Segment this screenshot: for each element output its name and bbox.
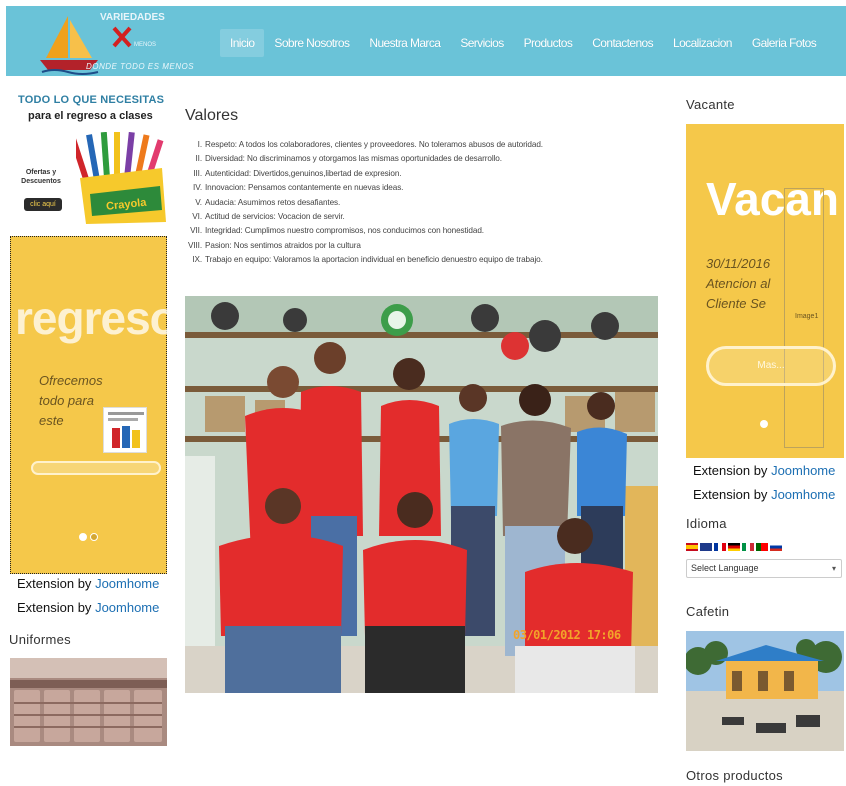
extension-label: Extension by bbox=[693, 487, 768, 502]
nav-sobre-nosotros[interactable]: Sobre Nosotros bbox=[264, 29, 359, 57]
list-item: II. Diversidad: No discriminamos y otorga… bbox=[186, 152, 646, 166]
uk-flag-icon[interactable] bbox=[700, 543, 712, 551]
vacante-title: Vacante bbox=[686, 97, 735, 112]
vacante-image-label: Image1 bbox=[795, 313, 819, 320]
list-item-text: Integridad: Cumplimos nuestro compromiso… bbox=[205, 226, 484, 236]
logo-brand-top: VARIEDADES bbox=[100, 12, 165, 23]
cafetin-title: Cafetin bbox=[686, 604, 730, 619]
list-item: III. Autenticidad: Divertidos,genuinos,li… bbox=[186, 167, 646, 181]
cafetin-photo[interactable] bbox=[686, 631, 844, 751]
promo-click-button[interactable]: clic aquí bbox=[24, 198, 62, 211]
language-flags bbox=[686, 543, 782, 551]
logo-brand-mid: MENOS bbox=[134, 42, 157, 48]
crayon-box-icon: Crayola bbox=[76, 132, 166, 224]
list-item: IX. Trabajo en equipo: Valoramos la aport… bbox=[186, 253, 646, 267]
joomhome-link[interactable]: Joomhome bbox=[95, 600, 159, 615]
extension-label: Extension by bbox=[693, 463, 768, 478]
left-slider-big-text: regreso bbox=[15, 292, 167, 344]
joomhome-link[interactable]: Joomhome bbox=[95, 576, 159, 591]
slider-dot[interactable] bbox=[79, 533, 87, 541]
vacante-slider[interactable]: Vacan 30/11/2016 Atencion al Cliente Se … bbox=[686, 124, 844, 458]
chevron-down-icon: ▾ bbox=[831, 564, 836, 573]
russia-flag-icon[interactable] bbox=[770, 543, 782, 551]
promo-ofertas-label: Ofertas y Descuentos bbox=[21, 169, 61, 185]
vacante-image-placeholder: Image1 bbox=[784, 188, 824, 448]
list-item-number: VI. bbox=[192, 212, 202, 222]
list-item-number: VII. bbox=[190, 226, 202, 236]
cafeteria-kiosk-image bbox=[686, 631, 844, 751]
list-item-text: Innovacion: Pensamos contantemente en nu… bbox=[205, 183, 404, 193]
site-header: VARIEDADES MENOS DONDE TODO ES MENOS Ini… bbox=[6, 6, 846, 76]
list-item-text: Diversidad: No discriminamos y otorgamos… bbox=[205, 154, 502, 164]
extension-label: Extension by bbox=[17, 576, 92, 591]
list-item-text: Pasion: Nos sentimos atraidos por la cul… bbox=[205, 240, 361, 250]
joomhome-link[interactable]: Joomhome bbox=[771, 463, 835, 478]
list-item-number: IV. bbox=[193, 183, 202, 193]
list-item-number: I. bbox=[197, 140, 202, 149]
list-item: IV. Innovacion: Pensamos contantemente en… bbox=[186, 181, 646, 195]
slider-dot[interactable] bbox=[760, 420, 768, 428]
idioma-title: Idioma bbox=[686, 516, 727, 531]
slider-dot[interactable] bbox=[90, 533, 98, 541]
portugal-flag-icon[interactable] bbox=[756, 543, 768, 551]
list-item-number: II. bbox=[195, 154, 202, 164]
nav-contactenos[interactable]: Contactenos bbox=[582, 29, 663, 57]
italy-flag-icon[interactable] bbox=[742, 543, 754, 551]
list-item: VII. Integridad: Cumplimos nuestro compro… bbox=[186, 224, 646, 238]
photo-date-stamp: 03/01/2012 17:06 bbox=[513, 628, 621, 642]
list-item-number: IX. bbox=[192, 255, 202, 265]
list-item-number: III. bbox=[193, 168, 202, 178]
extension-credit: Extension by Joomhome bbox=[693, 463, 835, 478]
list-item: I. Respeto: A todos los colaboradores, cl… bbox=[186, 138, 646, 152]
nav-localizacion[interactable]: Localizacion bbox=[663, 29, 742, 57]
extension-credit: Extension by Joomhome bbox=[17, 600, 159, 615]
left-slider-pagination bbox=[79, 533, 98, 541]
main-navigation: Inicio Sobre Nosotros Nuestra Marca Serv… bbox=[220, 28, 826, 58]
extension-credit: Extension by Joomhome bbox=[693, 487, 835, 502]
promo-headline: TODO LO QUE NECESITAS bbox=[18, 94, 165, 106]
logo-tagline: DONDE TODO ES MENOS bbox=[86, 62, 195, 71]
left-slider-readmore-button[interactable] bbox=[31, 461, 161, 475]
list-item-text: Audacia: Asumimos retos desafiantes. bbox=[205, 197, 341, 207]
left-slider[interactable]: regreso Ofrecemos todo para este bbox=[10, 236, 167, 574]
list-item-text: Respeto: A todos los colaboradores, clie… bbox=[205, 140, 543, 149]
nav-nuestra-marca[interactable]: Nuestra Marca bbox=[359, 29, 450, 57]
nav-galeria-fotos[interactable]: Galeria Fotos bbox=[742, 29, 826, 57]
nav-servicios[interactable]: Servicios bbox=[450, 29, 513, 57]
otros-productos-title: Otros productos bbox=[686, 768, 783, 783]
joomhome-link[interactable]: Joomhome bbox=[771, 487, 835, 502]
list-item: VI. Actitud de servicios: Vocacion de ser… bbox=[186, 210, 646, 224]
spain-flag-icon[interactable] bbox=[686, 543, 698, 551]
extension-label: Extension by bbox=[17, 600, 92, 615]
nav-productos[interactable]: Productos bbox=[514, 29, 583, 57]
nav-inicio[interactable]: Inicio bbox=[220, 29, 265, 57]
team-photo[interactable]: 03/01/2012 17:06 bbox=[185, 296, 658, 693]
left-slider-thumbnail bbox=[103, 407, 147, 453]
vacante-slider-caption: 30/11/2016 Atencion al Cliente Se bbox=[706, 256, 771, 311]
list-item-text: Actitud de servicios: Vocacion de servir… bbox=[205, 212, 345, 222]
back-to-school-banner[interactable]: TODO LO QUE NECESITAS para el regreso a … bbox=[10, 92, 168, 226]
list-item-number: V. bbox=[195, 197, 202, 207]
folded-uniforms-image bbox=[10, 658, 167, 746]
list-item-text: Trabajo en equipo: Valoramos la aportaci… bbox=[205, 255, 543, 265]
list-item: V. Audacia: Asumimos retos desafiantes. bbox=[186, 196, 646, 210]
uniformes-photo[interactable] bbox=[10, 658, 167, 746]
germany-flag-icon[interactable] bbox=[728, 543, 740, 551]
x-mark-icon bbox=[112, 26, 132, 48]
language-select[interactable]: Select Language ▾ bbox=[686, 559, 842, 578]
promo-subhead: para el regreso a clases bbox=[28, 110, 153, 122]
valores-heading: Valores bbox=[185, 107, 239, 124]
site-logo[interactable]: VARIEDADES MENOS DONDE TODO ES MENOS bbox=[34, 10, 204, 76]
list-item: VIII. Pasion: Nos sentimos atraidos por l… bbox=[186, 239, 646, 253]
language-select-value: Select Language bbox=[691, 563, 759, 573]
vacante-more-button[interactable]: Mas... bbox=[706, 346, 836, 386]
france-flag-icon[interactable] bbox=[714, 543, 726, 551]
uniformes-title: Uniformes bbox=[9, 632, 71, 647]
list-item-text: Autenticidad: Divertidos,genuinos,libert… bbox=[205, 168, 402, 178]
list-item-number: VIII. bbox=[187, 240, 202, 250]
valores-list: I. Respeto: A todos los colaboradores, cl… bbox=[186, 138, 646, 268]
extension-credit: Extension by Joomhome bbox=[17, 576, 159, 591]
school-supplies-icon bbox=[108, 412, 144, 448]
